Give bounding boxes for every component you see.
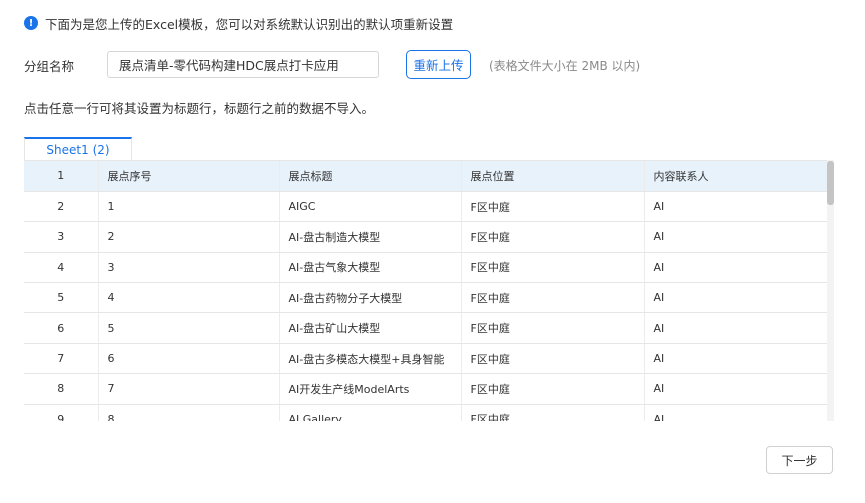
- table-cell: F区中庭: [461, 312, 645, 344]
- notice-bar: ! 下面为是您上传的Excel模板，您可以对系统默认识别出的默认项重新设置: [24, 14, 453, 32]
- table-cell: AI: [644, 404, 829, 421]
- table-cell: AI: [644, 312, 829, 344]
- group-name-label: 分组名称: [24, 59, 75, 74]
- table-cell: F区中庭: [461, 282, 645, 314]
- table-cell: AI: [644, 343, 829, 375]
- table-cell: F区中庭: [461, 404, 645, 421]
- scrollbar-thumb[interactable]: [827, 161, 834, 205]
- row-index: 6: [24, 312, 99, 344]
- table-cell: 7: [98, 373, 280, 405]
- table-cell: F区中庭: [461, 191, 645, 223]
- table-row[interactable]: 2 1 AIGC F区中庭 AI: [24, 191, 829, 223]
- row-index: 9: [24, 404, 99, 421]
- reupload-button[interactable]: 重新上传: [406, 50, 471, 79]
- notice-text: 下面为是您上传的Excel模板，您可以对系统默认识别出的默认项重新设置: [45, 16, 454, 32]
- row-index: 3: [24, 221, 99, 253]
- table-scrollbar[interactable]: [827, 160, 834, 421]
- next-step-button[interactable]: 下一步: [766, 446, 833, 474]
- group-name-input[interactable]: [107, 51, 379, 78]
- table-row[interactable]: 6 5 AI-盘古矿山大模型 F区中庭 AI: [24, 312, 829, 344]
- table-cell: F区中庭: [461, 373, 645, 405]
- table-row[interactable]: 1 展点序号 展点标题 展点位置 内容联系人: [24, 161, 829, 192]
- table-cell: 6: [98, 343, 280, 375]
- table-cell: 1: [98, 191, 280, 223]
- data-table: 1 展点序号 展点标题 展点位置 内容联系人 2 1 AIGC F区中庭 AI …: [24, 160, 834, 421]
- row-index: 5: [24, 282, 99, 314]
- table-row[interactable]: 4 3 AI-盘古气象大模型 F区中庭 AI: [24, 252, 829, 284]
- table-row[interactable]: 7 6 AI-盘古多模态大模型+具身智能 F区中庭 AI: [24, 343, 829, 375]
- row-index: 7: [24, 343, 99, 375]
- table-cell: AI: [644, 282, 829, 314]
- table-row[interactable]: 8 7 AI开发生产线ModelArts F区中庭 AI: [24, 373, 829, 405]
- table-cell: AIGC: [279, 191, 462, 223]
- table-cell: AI-盘古制造大模型: [279, 221, 462, 253]
- table-cell: 展点标题: [279, 161, 462, 192]
- table-cell: F区中庭: [461, 252, 645, 284]
- table-cell: 2: [98, 221, 280, 253]
- row-index: 8: [24, 373, 99, 405]
- table-cell: AI: [644, 252, 829, 284]
- table-row[interactable]: 3 2 AI-盘古制造大模型 F区中庭 AI: [24, 221, 829, 253]
- table-row[interactable]: 9 8 AI Gallery F区中庭 AI: [24, 404, 829, 421]
- row-index: 4: [24, 252, 99, 284]
- table-cell: 8: [98, 404, 280, 421]
- table-cell: AI: [644, 191, 829, 223]
- table-cell: 5: [98, 312, 280, 344]
- table-cell: 展点位置: [461, 161, 645, 192]
- table-cell: 内容联系人: [644, 161, 829, 192]
- table-cell: 4: [98, 282, 280, 314]
- row-index: 1: [24, 161, 99, 192]
- instruction-text: 点击任意一行可将其设置为标题行，标题行之前的数据不导入。: [24, 101, 375, 116]
- file-size-hint: (表格文件大小在 2MB 以内): [489, 59, 641, 73]
- row-index: 2: [24, 191, 99, 223]
- table-cell: AI: [644, 373, 829, 405]
- table-cell: F区中庭: [461, 221, 645, 253]
- table-row[interactable]: 5 4 AI-盘古药物分子大模型 F区中庭 AI: [24, 282, 829, 314]
- info-icon: !: [24, 16, 38, 30]
- table-cell: AI-盘古气象大模型: [279, 252, 462, 284]
- table-cell: AI: [644, 221, 829, 253]
- table-cell: AI Gallery: [279, 404, 462, 421]
- table-cell: AI-盘古药物分子大模型: [279, 282, 462, 314]
- table-cell: 展点序号: [98, 161, 280, 192]
- table-cell: AI-盘古多模态大模型+具身智能: [279, 343, 462, 375]
- table-cell: F区中庭: [461, 343, 645, 375]
- table-cell: 3: [98, 252, 280, 284]
- tab-sheet1[interactable]: Sheet1 (2): [24, 137, 132, 161]
- table-cell: AI-盘古矿山大模型: [279, 312, 462, 344]
- table-cell: AI开发生产线ModelArts: [279, 373, 462, 405]
